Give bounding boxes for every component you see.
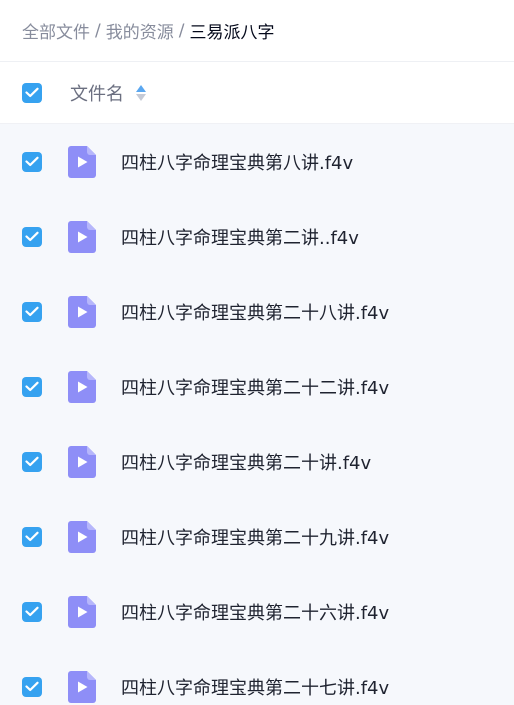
breadcrumb-separator: / (178, 20, 185, 41)
breadcrumb: 全部文件 / 我的资源 / 三易派八字 (0, 0, 514, 62)
video-file-icon (68, 295, 96, 328)
breadcrumb-item-all-files[interactable]: 全部文件 (22, 18, 90, 43)
file-checkbox[interactable] (22, 451, 42, 472)
file-name[interactable]: 四柱八字命理宝典第二十讲.f4v (121, 449, 371, 475)
checkmark-icon (25, 456, 39, 467)
file-checkbox[interactable] (22, 151, 42, 172)
select-all-checkbox[interactable] (22, 82, 42, 103)
breadcrumb-separator: / (95, 20, 101, 41)
checkmark-icon (25, 87, 39, 98)
file-checkbox[interactable] (22, 301, 42, 322)
video-file-icon (68, 670, 96, 703)
file-row[interactable]: 四柱八字命理宝典第八讲.f4v (0, 124, 514, 199)
file-row[interactable]: 四柱八字命理宝典第二十六讲.f4v (0, 574, 514, 649)
file-checkbox[interactable] (22, 601, 42, 622)
file-row[interactable]: 四柱八字命理宝典第二十七讲.f4v (0, 649, 514, 705)
file-name[interactable]: 四柱八字命理宝典第八讲.f4v (121, 149, 353, 175)
file-name[interactable]: 四柱八字命理宝典第二十九讲.f4v (121, 524, 389, 550)
column-header-filename[interactable]: 文件名 (70, 80, 124, 106)
checkmark-icon (25, 681, 39, 692)
video-file-icon (68, 220, 96, 253)
checkmark-icon (25, 606, 39, 617)
file-name[interactable]: 四柱八字命理宝典第二讲..f4v (121, 224, 359, 250)
file-row[interactable]: 四柱八字命理宝典第二十二讲.f4v (0, 349, 514, 424)
video-file-icon (68, 445, 96, 478)
file-name[interactable]: 四柱八字命理宝典第二十六讲.f4v (121, 599, 389, 625)
file-name[interactable]: 四柱八字命理宝典第二十七讲.f4v (121, 674, 389, 700)
file-list-header: 文件名 (0, 62, 514, 124)
file-checkbox[interactable] (22, 376, 42, 397)
video-file-icon (68, 595, 96, 628)
file-row[interactable]: 四柱八字命理宝典第二十九讲.f4v (0, 499, 514, 574)
file-checkbox[interactable] (22, 526, 42, 547)
file-row[interactable]: 四柱八字命理宝典第二十八讲.f4v (0, 274, 514, 349)
video-file-icon (68, 145, 96, 178)
checkmark-icon (25, 231, 39, 242)
file-name[interactable]: 四柱八字命理宝典第二十二讲.f4v (121, 374, 389, 400)
checkmark-icon (25, 306, 39, 317)
checkmark-icon (25, 531, 39, 542)
breadcrumb-item-my-resources[interactable]: 我的资源 (106, 18, 174, 43)
file-list: 四柱八字命理宝典第八讲.f4v 四柱八字命理宝典第二讲..f4v 四柱八字命理宝… (0, 124, 514, 705)
breadcrumb-current: 三易派八字 (189, 23, 275, 43)
video-file-icon (68, 370, 96, 403)
file-name[interactable]: 四柱八字命理宝典第二十八讲.f4v (121, 299, 389, 325)
checkmark-icon (25, 156, 39, 167)
checkmark-icon (25, 381, 39, 392)
file-checkbox[interactable] (22, 226, 42, 247)
file-row[interactable]: 四柱八字命理宝典第二讲..f4v (0, 199, 514, 274)
file-checkbox[interactable] (22, 676, 42, 697)
video-file-icon (68, 520, 96, 553)
sort-arrows-icon[interactable] (136, 84, 146, 101)
file-row[interactable]: 四柱八字命理宝典第二十讲.f4v (0, 424, 514, 499)
